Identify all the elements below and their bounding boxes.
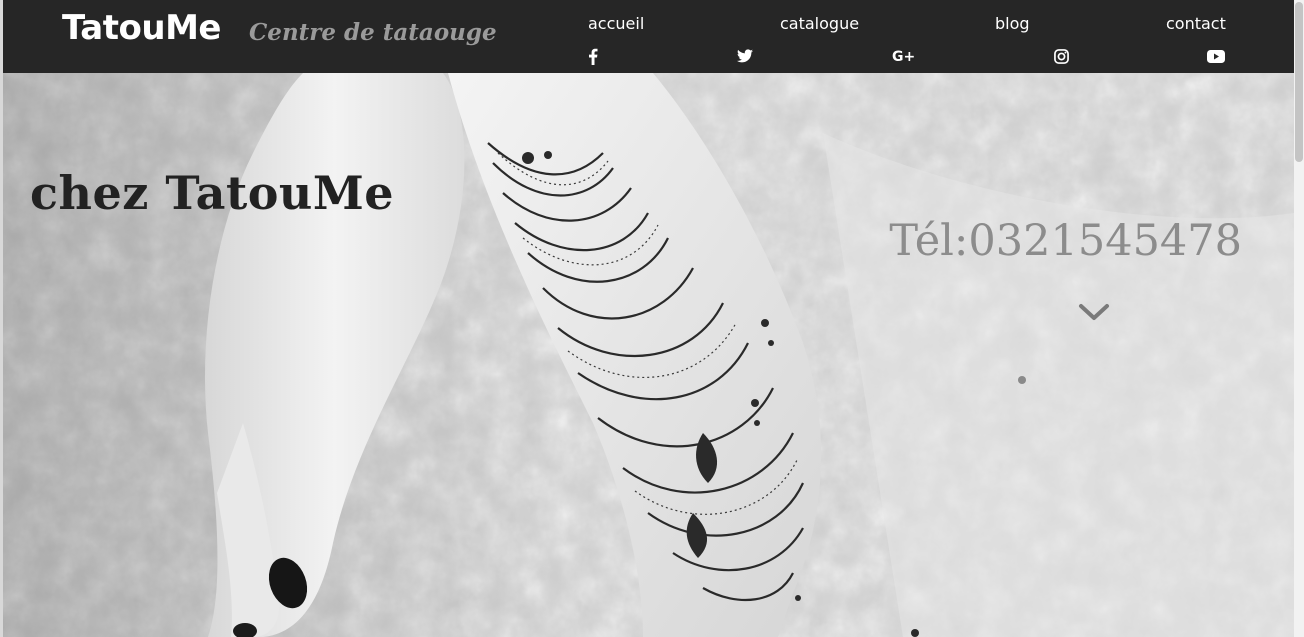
nav-blog[interactable]: blog: [995, 14, 1030, 33]
hero-phone-number: Tél:0321545478: [889, 216, 1242, 266]
page: TatouMe Centre de tataouge accueil catal…: [0, 0, 1304, 637]
chevron-down-icon[interactable]: [1077, 300, 1111, 324]
hero-background-image: [3, 73, 1294, 637]
nav-contact[interactable]: contact: [1166, 14, 1226, 33]
brand-tagline: Centre de tataouge: [249, 19, 497, 46]
nav-catalogue[interactable]: catalogue: [780, 14, 859, 33]
twitter-icon[interactable]: [735, 46, 755, 66]
scrollbar-thumb[interactable]: [1295, 2, 1303, 162]
scrollbar[interactable]: [1294, 0, 1304, 637]
instagram-icon[interactable]: [1051, 46, 1071, 66]
nav-accueil[interactable]: accueil: [588, 14, 644, 33]
hero-banner: chez TatouMe Tél:0321545478: [3, 73, 1294, 637]
facebook-icon[interactable]: [583, 46, 603, 66]
hero-title: chez TatouMe: [30, 166, 395, 220]
window-left-border: [0, 0, 3, 637]
site-header: TatouMe Centre de tataouge accueil catal…: [3, 0, 1294, 73]
google-plus-icon[interactable]: G+: [891, 46, 917, 66]
youtube-icon[interactable]: [1206, 46, 1226, 66]
brand-logo[interactable]: TatouMe: [62, 8, 221, 48]
svg-text:G+: G+: [892, 49, 915, 63]
